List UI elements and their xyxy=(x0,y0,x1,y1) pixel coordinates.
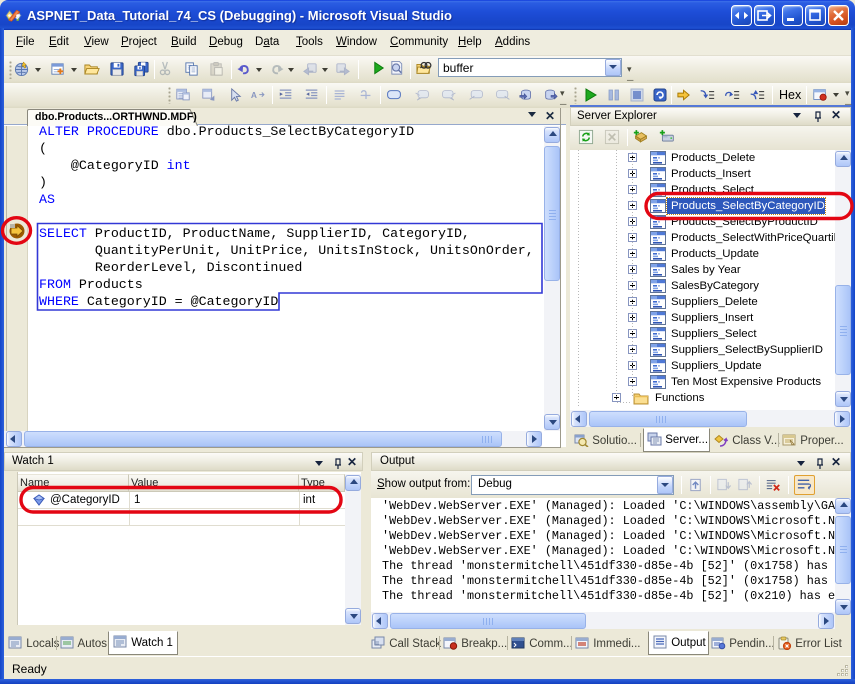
svg-text:A: A xyxy=(251,90,257,100)
